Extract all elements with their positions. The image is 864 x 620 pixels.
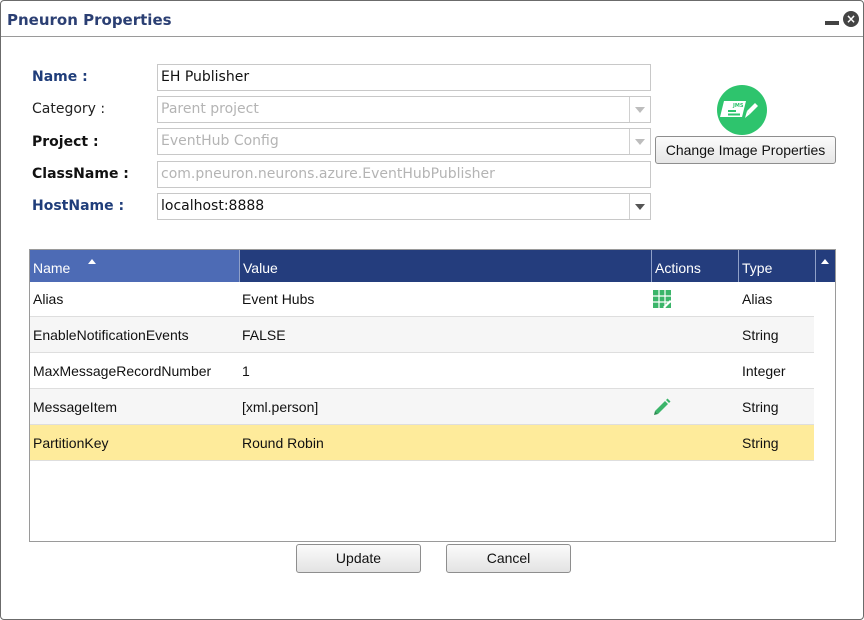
row-type: Integer (742, 363, 786, 379)
category-select: Parent project (157, 96, 651, 123)
dialog-title: Pneuron Properties (7, 11, 172, 29)
column-header-type[interactable]: Type (739, 250, 816, 282)
cancel-button[interactable]: Cancel (446, 544, 571, 573)
row-name: Alias (33, 291, 64, 307)
chevron-down-icon (629, 129, 650, 154)
row-value: Round Robin (242, 435, 324, 451)
column-header-actions[interactable]: Actions (652, 250, 739, 282)
chevron-down-icon[interactable] (629, 194, 650, 219)
column-header-value-label: Value (243, 260, 278, 276)
column-header-actions-label: Actions (655, 260, 701, 276)
project-label: Project : (32, 134, 99, 150)
jms-badge-icon: JMS (717, 85, 767, 135)
row-name: MessageItem (33, 399, 118, 415)
project-select-value: EventHub Config (161, 133, 279, 149)
sort-ascending-icon (88, 259, 96, 264)
row-value: 1 (242, 363, 250, 379)
name-field[interactable]: EH Publisher (157, 64, 651, 91)
update-button[interactable]: Update (296, 544, 421, 573)
project-select: EventHub Config (157, 128, 651, 155)
pneuron-properties-dialog: Pneuron Properties × Name : Category : P… (0, 0, 864, 620)
row-name: PartitionKey (33, 435, 109, 451)
table-edit-icon[interactable] (652, 289, 672, 309)
close-icon[interactable]: × (843, 11, 859, 27)
column-header-value[interactable]: Value (240, 250, 652, 282)
chevron-down-icon (629, 97, 650, 122)
column-header-type-label: Type (742, 260, 773, 276)
name-field-value: EH Publisher (161, 69, 250, 85)
column-header-name[interactable]: Name (30, 250, 240, 282)
pencil-icon[interactable] (652, 397, 672, 417)
properties-grid: Name Value Actions Type Alias Event Hubs (29, 249, 836, 542)
jms-badge-graphic: JMS (720, 101, 758, 118)
row-type: String (742, 399, 779, 415)
row-type: String (742, 327, 779, 343)
title-bar: Pneuron Properties × (1, 1, 863, 37)
row-value: Event Hubs (242, 291, 315, 307)
table-row-selected[interactable]: PartitionKey Round Robin String (30, 425, 814, 461)
scroll-up-icon[interactable] (816, 250, 835, 282)
table-row[interactable]: Alias Event Hubs Alias (30, 281, 814, 317)
row-name: EnableNotificationEvents (33, 327, 189, 343)
category-select-value: Parent project (161, 101, 259, 117)
hostname-select[interactable]: localhost:8888 (157, 193, 651, 220)
row-type: String (742, 435, 779, 451)
column-header-name-label: Name (33, 260, 71, 276)
row-type: Alias (742, 291, 773, 307)
minimize-icon[interactable] (825, 11, 839, 27)
classname-field: com.pneuron.neurons.azure.EventHubPublis… (157, 161, 651, 188)
row-name: MaxMessageRecordNumber (33, 363, 212, 379)
classname-field-value: com.pneuron.neurons.azure.EventHubPublis… (161, 166, 495, 182)
category-label: Category : (32, 101, 106, 117)
hostname-select-value: localhost:8888 (161, 198, 265, 214)
classname-label: ClassName : (32, 166, 129, 182)
hostname-label: HostName : (32, 198, 125, 214)
table-row[interactable]: MaxMessageRecordNumber 1 Integer (30, 353, 814, 389)
table-row[interactable]: MessageItem [xml.person] String (30, 389, 814, 425)
name-label: Name : (32, 69, 88, 85)
jms-badge-text: JMS (732, 103, 744, 109)
change-image-properties-button[interactable]: Change Image Properties (655, 136, 836, 164)
grid-header: Name Value Actions Type (30, 250, 835, 282)
table-row[interactable]: EnableNotificationEvents FALSE String (30, 317, 814, 353)
row-value: FALSE (242, 327, 286, 343)
row-value: [xml.person] (242, 399, 319, 415)
